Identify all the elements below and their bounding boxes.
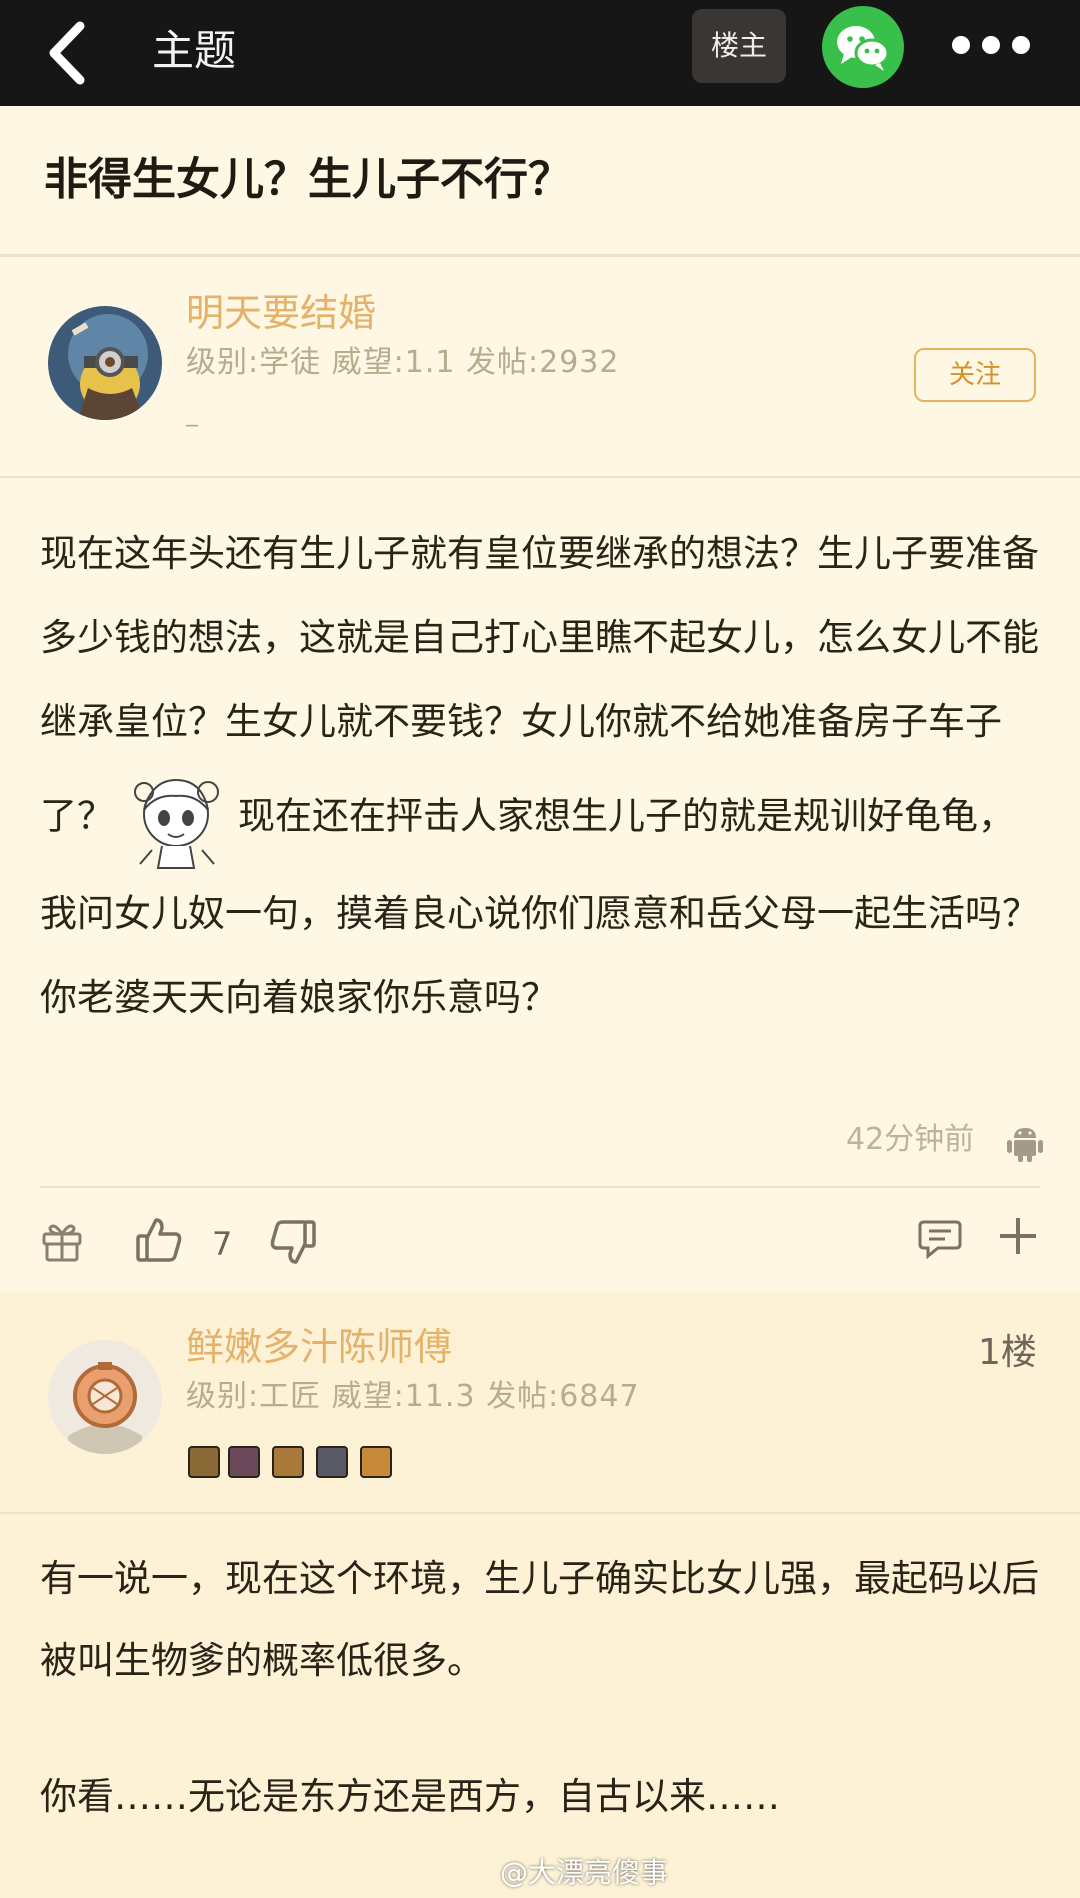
paw-badge-icon [360,1446,392,1478]
like-count: 7 [212,1225,233,1263]
gift-button[interactable] [40,1218,84,1262]
badge-icon [228,1446,260,1478]
divider [0,1512,1080,1514]
thread-title: 非得生女儿？生儿子不行？ [44,154,572,205]
op-only-button[interactable]: 楼主 [692,9,786,83]
reply-meta: 级别:工匠 威望:11.3 发帖:6847 [186,1379,640,1414]
add-button[interactable] [996,1214,1040,1258]
plus-icon [1000,1218,1036,1254]
like-button[interactable] [134,1214,184,1264]
dot-icon [982,36,1000,54]
thumbs-down-icon [270,1220,316,1264]
divider [0,476,1080,478]
badge-icon [316,1446,348,1478]
op-meta: 级别:学徒 威望:1.1 发帖:2932 [186,345,620,380]
watermark: @大漂亮傻事 [500,1856,669,1889]
post-content: 现在这年头还有生儿子就有皇位要继承的想法？生儿子要准备多少钱的想法，这就是自己打… [40,512,1040,1040]
dot-icon [952,36,970,54]
page-title: 主题 [152,26,237,75]
thumbs-up-icon [136,1218,182,1262]
avatar[interactable] [48,306,162,420]
divider [0,254,1080,257]
dot-icon [1012,36,1030,54]
avatar-image [48,306,162,420]
more-options-button[interactable] [952,36,1032,56]
op-username[interactable]: 明天要结婚 [186,288,376,338]
comment-icon [918,1220,962,1260]
op-signature: _ [186,399,199,427]
wechat-icon [837,26,890,71]
reply-avatar[interactable] [48,1340,162,1454]
android-icon [1006,1122,1044,1162]
divider [40,1186,1040,1188]
post-time: 42分钟前 [846,1122,975,1157]
wechat-share-button[interactable] [822,6,904,88]
reply-content: 你看……无论是东方还是西方，自古以来…… [40,1775,780,1818]
reply-username[interactable]: 鲜嫩多汁陈师傅 [186,1322,452,1372]
diver-helmet-avatar-icon [48,1340,162,1454]
anime-girl-sticker-icon [122,764,230,872]
chevron-left-icon [49,21,85,85]
comment-button[interactable] [918,1216,962,1260]
dislike-button[interactable] [268,1218,318,1268]
gift-icon [42,1224,82,1262]
badge-icon [272,1446,304,1478]
follow-button[interactable]: 关注 [914,348,1036,402]
badge-icon [188,1446,220,1478]
back-button[interactable] [40,18,100,88]
reply-content: 有一说一，现在这个环境，生儿子确实比女儿强，最起码以后被叫生物爹的概率低很多。 [40,1557,1039,1682]
floor-number: 1楼 [978,1332,1037,1373]
top-bar: 主题 楼主 [0,0,1080,106]
